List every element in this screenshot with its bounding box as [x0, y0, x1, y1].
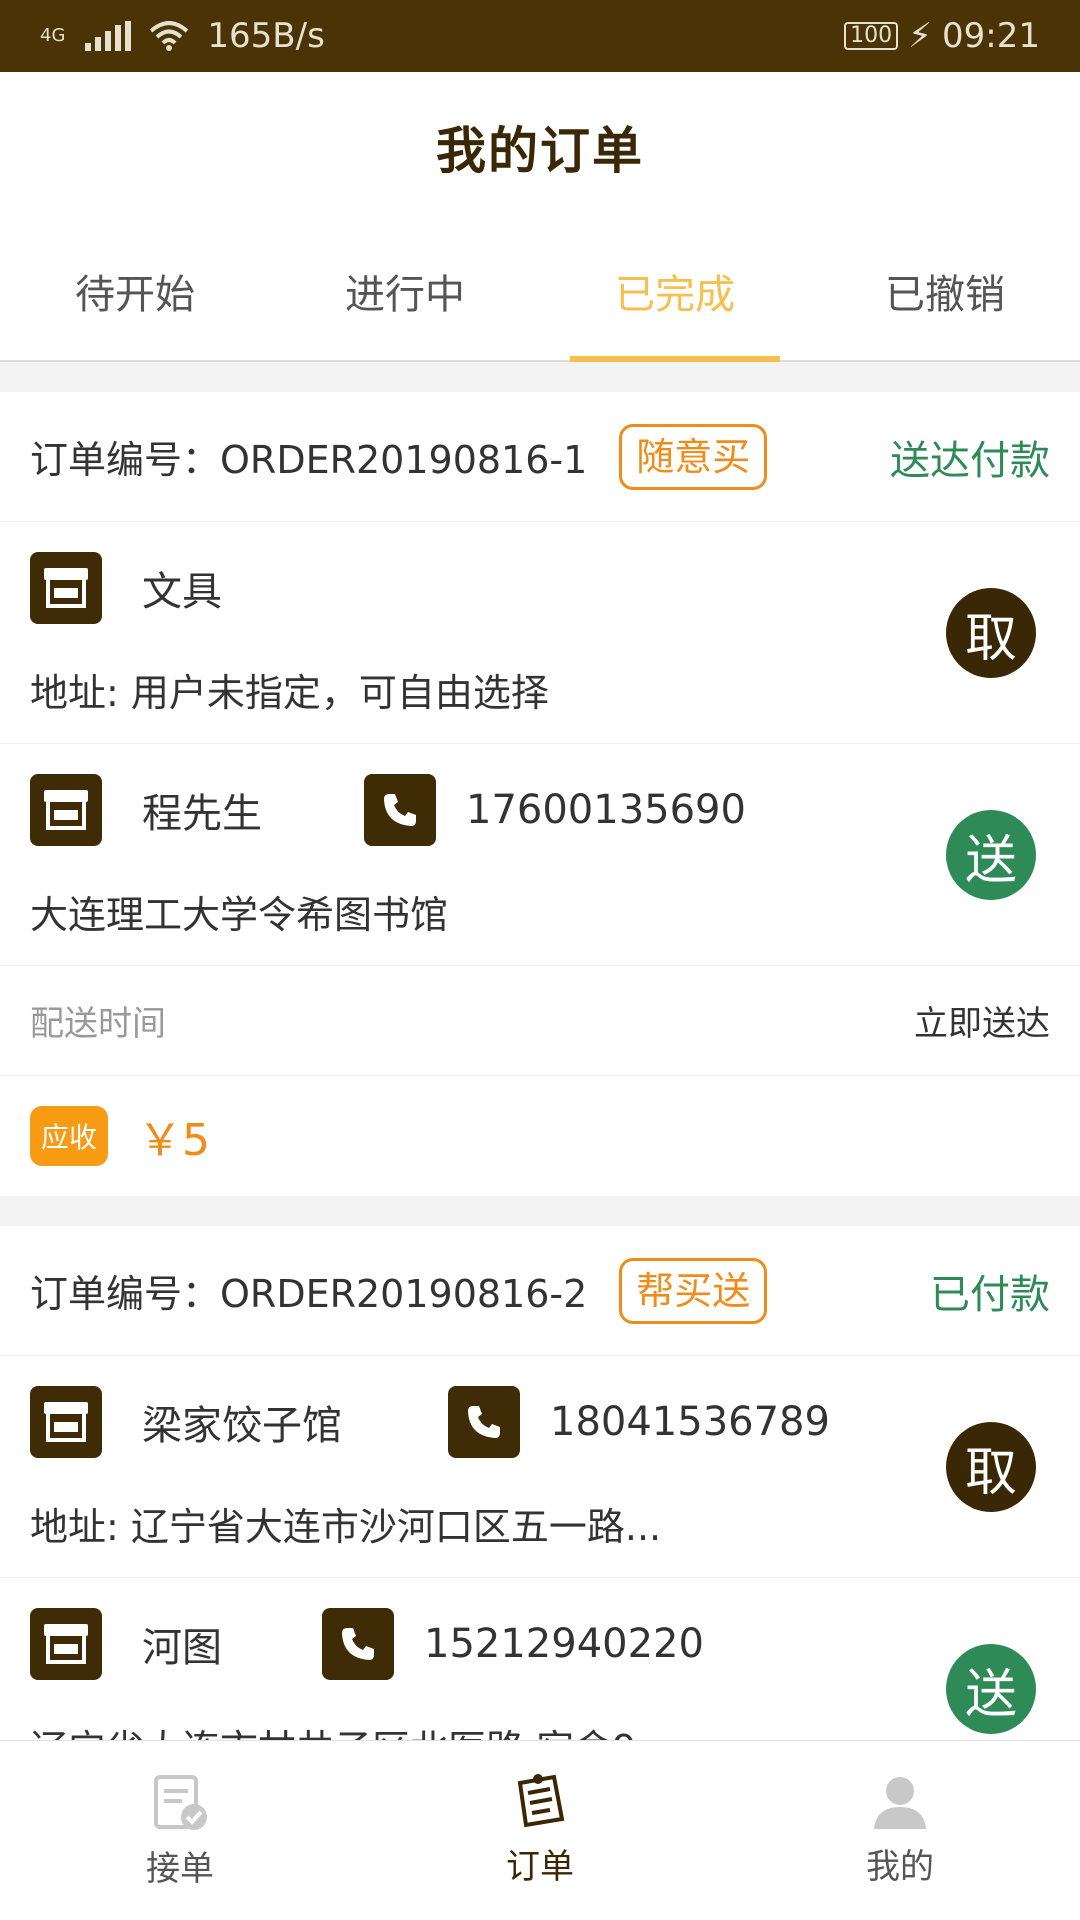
order-status: 已付款 — [930, 1271, 1050, 1318]
order-list-icon — [517, 1774, 565, 1828]
delivery-badge: 送 — [946, 810, 1036, 900]
nav-profile[interactable]: 我的 — [720, 1741, 1080, 1920]
order-header: 订单编号：ORDER20190816-1 随意买 送达付款 — [0, 392, 1080, 522]
order-list[interactable]: 订单编号：ORDER20190816-1 随意买 送达付款 文具 地址: 用户未… — [0, 392, 1080, 1740]
recipient-phone[interactable]: 17600135690 — [466, 787, 746, 833]
delivery-time-row: 配送时间 立即送达 — [0, 966, 1080, 1076]
nav-label: 订单 — [506, 1847, 574, 1887]
order-type-tag: 随意买 — [619, 423, 768, 490]
clock: 09:21 — [942, 16, 1040, 56]
tab-pending[interactable]: 待开始 — [0, 222, 270, 360]
network-speed: 165B/s — [207, 16, 325, 56]
delivery-address: 辽宁省大连市甘井子区北医路 宿舍9 — [30, 1718, 636, 1740]
order-status: 送达付款 — [890, 437, 1050, 484]
phone-icon[interactable] — [448, 1386, 520, 1458]
pickup-name: 文具 — [142, 569, 222, 615]
bottom-nav: 接单 订单 我的 — [0, 1740, 1080, 1920]
charging-icon: ⚡ — [908, 16, 933, 56]
pickup-info: 文具 地址: 用户未指定，可自由选择 取 — [0, 522, 1080, 744]
tab-completed[interactable]: 已完成 — [540, 222, 810, 360]
user-icon — [874, 1777, 926, 1829]
store-icon — [30, 1386, 102, 1458]
phone-icon[interactable] — [322, 1608, 394, 1680]
delivery-info: 河图 15212940220 辽宁省大连市甘井子区北医路 宿舍9 送 — [0, 1578, 1080, 1740]
order-price: ￥5 — [138, 1115, 210, 1166]
order-status-tabs: 待开始 进行中 已完成 已撤销 — [0, 222, 1080, 362]
pickup-name: 梁家饺子馆 — [142, 1403, 342, 1449]
tab-in-progress[interactable]: 进行中 — [270, 222, 540, 360]
battery-icon: 100 — [844, 22, 899, 50]
recipient-name: 程先生 — [142, 791, 262, 837]
nav-accept-orders[interactable]: 接单 — [0, 1741, 360, 1920]
order-card[interactable]: 订单编号：ORDER20190816-1 随意买 送达付款 文具 地址: 用户未… — [0, 392, 1080, 1196]
signal-icon — [85, 21, 132, 51]
pickup-info: 梁家饺子馆 18041536789 地址: 辽宁省大连市沙河口区五一路... 取 — [0, 1356, 1080, 1578]
store-icon — [30, 774, 102, 846]
pickup-address: 地址: 辽宁省大连市沙河口区五一路... — [30, 1505, 662, 1549]
delivery-time-label: 配送时间 — [30, 1004, 166, 1044]
wifi-icon — [150, 21, 189, 51]
pickup-badge: 取 — [946, 588, 1036, 678]
network-type-label: 4G — [40, 25, 66, 46]
pickup-badge: 取 — [946, 1422, 1036, 1512]
order-type-tag: 帮买送 — [619, 1257, 768, 1324]
nav-label: 接单 — [146, 1849, 214, 1889]
order-header: 订单编号：ORDER20190816-2 帮买送 已付款 — [0, 1226, 1080, 1356]
recipient-name: 河图 — [142, 1625, 222, 1671]
order-number: 订单编号：ORDER20190816-2 — [30, 1272, 588, 1316]
delivery-address: 大连理工大学令希图书馆 — [30, 893, 449, 937]
store-icon — [30, 552, 102, 624]
nav-label: 我的 — [866, 1847, 934, 1887]
page-header: 我的订单 — [0, 72, 1080, 222]
order-number: 订单编号：ORDER20190816-1 — [30, 438, 588, 482]
recipient-phone[interactable]: 15212940220 — [424, 1621, 704, 1667]
nav-orders[interactable]: 订单 — [360, 1741, 720, 1920]
phone-icon[interactable] — [364, 774, 436, 846]
pickup-address: 地址: 用户未指定，可自由选择 — [30, 671, 549, 715]
delivery-badge: 送 — [946, 1644, 1036, 1734]
status-bar: 4G 165B/s 100 ⚡ 09:21 — [0, 0, 1080, 72]
tab-cancelled[interactable]: 已撤销 — [810, 222, 1080, 360]
payment-row: 应收 ￥5 — [0, 1076, 1080, 1196]
page-title: 我的订单 — [436, 122, 644, 180]
clipboard-check-icon — [154, 1775, 207, 1830]
receivable-badge: 应收 — [30, 1106, 108, 1166]
delivery-time-value: 立即送达 — [914, 1004, 1050, 1044]
order-card[interactable]: 订单编号：ORDER20190816-2 帮买送 已付款 梁家饺子馆 18041… — [0, 1226, 1080, 1740]
pickup-phone[interactable]: 18041536789 — [550, 1399, 830, 1445]
store-icon — [30, 1608, 102, 1680]
delivery-info: 程先生 17600135690 大连理工大学令希图书馆 送 — [0, 744, 1080, 966]
